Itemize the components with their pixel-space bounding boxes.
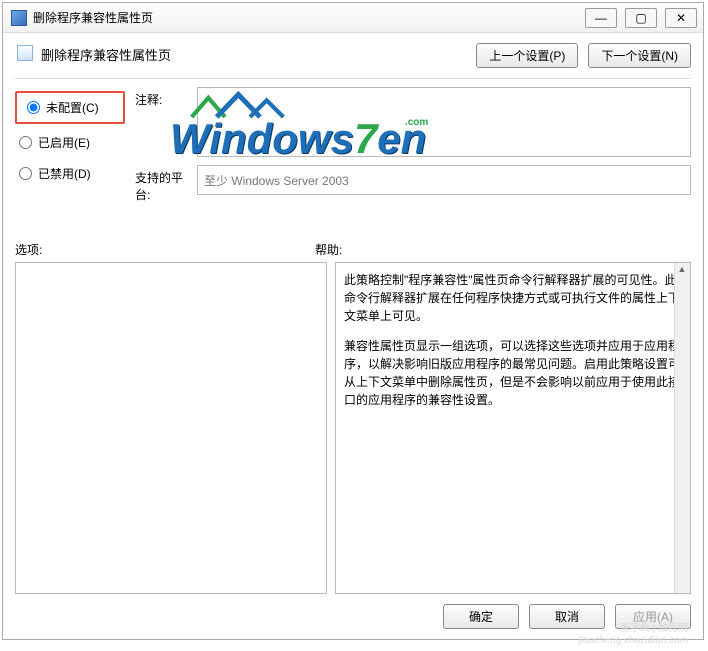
options-label: 选项: — [15, 241, 315, 258]
scroll-up-icon[interactable]: ▲ — [675, 263, 689, 277]
cancel-button[interactable]: 取消 — [529, 604, 605, 629]
minimize-button[interactable]: — — [585, 8, 617, 28]
window-title: 删除程序兼容性属性页 — [33, 9, 153, 26]
help-paragraph-2: 兼容性属性页显示一组选项，可以选择这些选项并应用于应用程序，以解决影响旧版应用程… — [344, 337, 682, 409]
comment-label: 注释: — [135, 87, 197, 157]
options-panel — [15, 262, 327, 594]
next-setting-button[interactable]: 下一个设置(N) — [588, 43, 691, 68]
policy-icon — [17, 45, 33, 61]
radio-enabled[interactable]: 已启用(E) — [15, 132, 125, 153]
app-icon — [11, 10, 27, 26]
radio-not-configured-label: 未配置(C) — [46, 99, 99, 116]
page-title: 删除程序兼容性属性页 — [41, 43, 171, 64]
radio-disabled[interactable]: 已禁用(D) — [15, 163, 125, 184]
close-button[interactable]: ✕ — [665, 8, 697, 28]
radio-enabled-label: 已启用(E) — [38, 134, 90, 151]
platform-value: 至少 Windows Server 2003 — [204, 172, 349, 189]
radio-disabled-input[interactable] — [19, 167, 32, 180]
help-label: 帮助: — [315, 241, 342, 258]
highlight-box: 未配置(C) — [15, 91, 125, 124]
help-paragraph-1: 此策略控制"程序兼容性"属性页命令行解释器扩展的可见性。此命令行解释器扩展在任何… — [344, 271, 682, 325]
radio-not-configured-input[interactable] — [27, 101, 40, 114]
maximize-button[interactable]: ▢ — [625, 8, 657, 28]
scrollbar[interactable]: ▲ — [674, 263, 690, 593]
platform-value-box: 至少 Windows Server 2003 — [197, 165, 691, 195]
radio-enabled-input[interactable] — [19, 136, 32, 149]
comment-textarea[interactable] — [197, 87, 691, 157]
radio-not-configured[interactable]: 未配置(C) — [23, 97, 117, 118]
ok-button[interactable]: 确定 — [443, 604, 519, 629]
prev-setting-button[interactable]: 上一个设置(P) — [476, 43, 578, 68]
apply-button[interactable]: 应用(A) — [615, 604, 691, 629]
divider — [15, 78, 691, 79]
titlebar: 删除程序兼容性属性页 — ▢ ✕ — [3, 3, 703, 33]
platform-label: 支持的平台: — [135, 165, 197, 203]
help-panel: 此策略控制"程序兼容性"属性页命令行解释器扩展的可见性。此命令行解释器扩展在任何… — [335, 262, 691, 594]
radio-disabled-label: 已禁用(D) — [38, 165, 91, 182]
